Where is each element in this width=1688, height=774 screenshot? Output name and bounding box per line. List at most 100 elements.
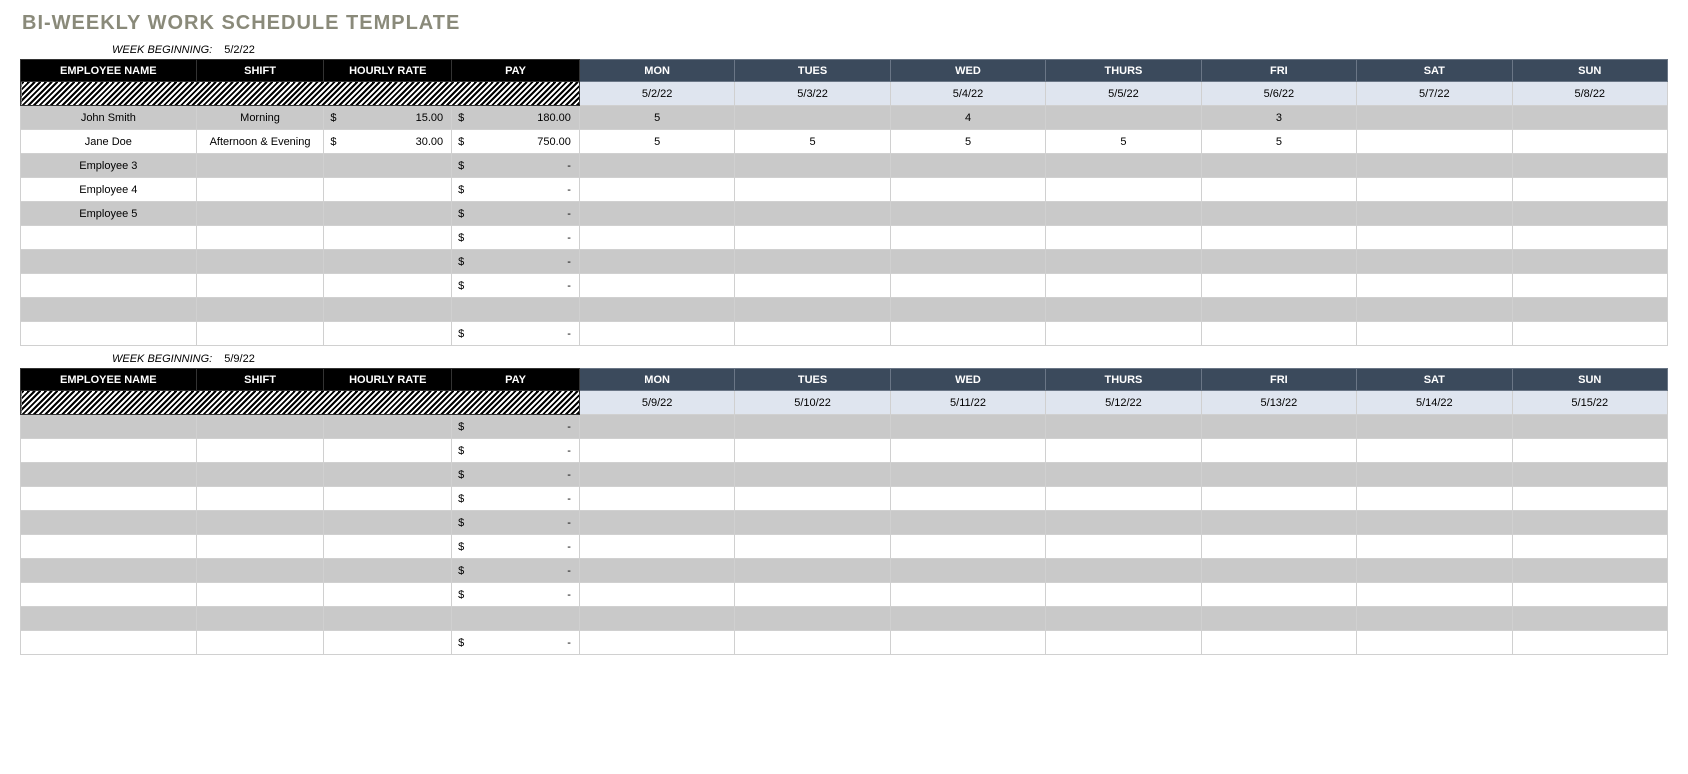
hours-cell[interactable] bbox=[1357, 439, 1512, 463]
hours-cell[interactable] bbox=[735, 631, 890, 655]
shift-cell[interactable] bbox=[196, 559, 324, 583]
hours-cell[interactable] bbox=[1357, 154, 1512, 178]
hourly-rate-cell[interactable] bbox=[324, 178, 452, 202]
hours-cell[interactable] bbox=[1046, 463, 1201, 487]
hours-cell[interactable] bbox=[1201, 154, 1356, 178]
hours-cell[interactable] bbox=[735, 607, 890, 631]
shift-cell[interactable] bbox=[196, 487, 324, 511]
hours-cell[interactable] bbox=[1357, 106, 1512, 130]
hours-cell[interactable] bbox=[1201, 535, 1356, 559]
hours-cell[interactable] bbox=[1201, 463, 1356, 487]
hours-cell[interactable] bbox=[1357, 130, 1512, 154]
employee-name-cell[interactable] bbox=[21, 583, 197, 607]
shift-cell[interactable] bbox=[196, 274, 324, 298]
hours-cell[interactable] bbox=[1201, 439, 1356, 463]
hours-cell[interactable] bbox=[890, 154, 1045, 178]
hours-cell[interactable] bbox=[579, 202, 734, 226]
hours-cell[interactable] bbox=[735, 439, 890, 463]
hours-cell[interactable] bbox=[579, 583, 734, 607]
hours-cell[interactable]: 5 bbox=[735, 130, 890, 154]
hours-cell[interactable] bbox=[735, 559, 890, 583]
hours-cell[interactable] bbox=[735, 322, 890, 346]
hours-cell[interactable] bbox=[1046, 631, 1201, 655]
hours-cell[interactable] bbox=[1201, 226, 1356, 250]
hours-cell[interactable] bbox=[1201, 298, 1356, 322]
hourly-rate-cell[interactable] bbox=[324, 250, 452, 274]
hours-cell[interactable] bbox=[1512, 274, 1667, 298]
hours-cell[interactable] bbox=[1357, 463, 1512, 487]
hours-cell[interactable] bbox=[579, 274, 734, 298]
hourly-rate-cell[interactable] bbox=[324, 298, 452, 322]
employee-name-cell[interactable] bbox=[21, 226, 197, 250]
hours-cell[interactable]: 5 bbox=[890, 130, 1045, 154]
hours-cell[interactable] bbox=[1512, 322, 1667, 346]
shift-cell[interactable] bbox=[196, 298, 324, 322]
hours-cell[interactable] bbox=[1357, 487, 1512, 511]
hours-cell[interactable] bbox=[1357, 631, 1512, 655]
shift-cell[interactable] bbox=[196, 178, 324, 202]
shift-cell[interactable] bbox=[196, 322, 324, 346]
hours-cell[interactable] bbox=[1512, 583, 1667, 607]
hours-cell[interactable] bbox=[890, 559, 1045, 583]
hours-cell[interactable]: 4 bbox=[890, 106, 1045, 130]
hours-cell[interactable] bbox=[890, 250, 1045, 274]
hours-cell[interactable] bbox=[735, 106, 890, 130]
hours-cell[interactable] bbox=[1046, 106, 1201, 130]
hours-cell[interactable] bbox=[1357, 250, 1512, 274]
hours-cell[interactable] bbox=[1046, 535, 1201, 559]
hourly-rate-cell[interactable] bbox=[324, 202, 452, 226]
hourly-rate-cell[interactable] bbox=[324, 583, 452, 607]
hours-cell[interactable] bbox=[1201, 631, 1356, 655]
hours-cell[interactable] bbox=[579, 631, 734, 655]
hours-cell[interactable] bbox=[1046, 511, 1201, 535]
hours-cell[interactable] bbox=[1512, 226, 1667, 250]
hours-cell[interactable] bbox=[1357, 535, 1512, 559]
week-beginning-date[interactable]: 5/9/22 bbox=[224, 353, 255, 365]
hours-cell[interactable] bbox=[890, 535, 1045, 559]
hours-cell[interactable] bbox=[1357, 511, 1512, 535]
hours-cell[interactable] bbox=[579, 298, 734, 322]
hours-cell[interactable] bbox=[1046, 154, 1201, 178]
employee-name-cell[interactable] bbox=[21, 511, 197, 535]
hours-cell[interactable] bbox=[735, 178, 890, 202]
hours-cell[interactable] bbox=[735, 250, 890, 274]
hours-cell[interactable] bbox=[1046, 226, 1201, 250]
hours-cell[interactable] bbox=[1201, 607, 1356, 631]
hours-cell[interactable] bbox=[579, 607, 734, 631]
hours-cell[interactable] bbox=[735, 202, 890, 226]
hours-cell[interactable] bbox=[1046, 322, 1201, 346]
hourly-rate-cell[interactable] bbox=[324, 274, 452, 298]
hours-cell[interactable] bbox=[735, 154, 890, 178]
shift-cell[interactable] bbox=[196, 535, 324, 559]
hourly-rate-cell[interactable] bbox=[324, 226, 452, 250]
hours-cell[interactable] bbox=[890, 322, 1045, 346]
employee-name-cell[interactable] bbox=[21, 322, 197, 346]
hourly-rate-cell[interactable] bbox=[324, 154, 452, 178]
hours-cell[interactable] bbox=[1046, 298, 1201, 322]
hours-cell[interactable] bbox=[579, 535, 734, 559]
hourly-rate-cell[interactable] bbox=[324, 607, 452, 631]
hours-cell[interactable] bbox=[1512, 154, 1667, 178]
hours-cell[interactable] bbox=[735, 226, 890, 250]
hours-cell[interactable] bbox=[1512, 439, 1667, 463]
employee-name-cell[interactable] bbox=[21, 631, 197, 655]
hours-cell[interactable] bbox=[1512, 415, 1667, 439]
employee-name-cell[interactable]: Employee 3 bbox=[21, 154, 197, 178]
shift-cell[interactable] bbox=[196, 154, 324, 178]
hours-cell[interactable] bbox=[735, 535, 890, 559]
employee-name-cell[interactable] bbox=[21, 415, 197, 439]
hours-cell[interactable] bbox=[890, 607, 1045, 631]
hours-cell[interactable] bbox=[1046, 202, 1201, 226]
shift-cell[interactable] bbox=[196, 226, 324, 250]
hours-cell[interactable] bbox=[1357, 583, 1512, 607]
hours-cell[interactable] bbox=[1046, 415, 1201, 439]
hours-cell[interactable]: 5 bbox=[579, 130, 734, 154]
hourly-rate-cell[interactable] bbox=[324, 559, 452, 583]
hours-cell[interactable] bbox=[1512, 511, 1667, 535]
shift-cell[interactable]: Morning bbox=[196, 106, 324, 130]
hours-cell[interactable] bbox=[579, 154, 734, 178]
hours-cell[interactable] bbox=[1357, 607, 1512, 631]
hours-cell[interactable] bbox=[1512, 130, 1667, 154]
hours-cell[interactable] bbox=[1512, 607, 1667, 631]
hours-cell[interactable] bbox=[1357, 298, 1512, 322]
